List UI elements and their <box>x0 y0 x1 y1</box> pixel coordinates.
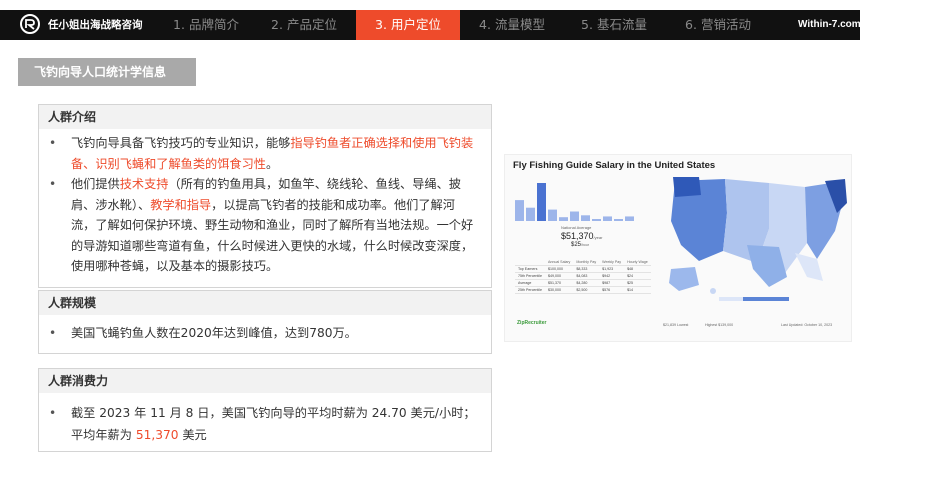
map-legend-high: Highest $139,000 <box>705 323 734 327</box>
card-audience-intro: 人群介绍 飞钓向导具备飞钓技巧的专业知识，能够指导钓鱼者正确选择和使用飞钓装备、… <box>38 104 492 288</box>
table-row: 75th Percentile $49,000 $4,083 $942 $24 <box>515 272 651 280</box>
table-cell: 75th Percentile <box>515 272 545 280</box>
histogram-bar <box>515 200 524 221</box>
table-cell: $49,000 <box>544 272 574 280</box>
annual-unit: /year <box>593 235 603 240</box>
site-url[interactable]: Within-7.com <box>798 10 861 40</box>
table-cell: $2,500 <box>573 286 600 294</box>
list-item: 他们提供技术支持（所有的钓鱼用具，如鱼竿、绕线轮、鱼线、导绳、披肩、涉水靴）、教… <box>49 174 477 277</box>
national-average-label: National Average <box>561 225 592 230</box>
table-cell: $51,370 <box>544 279 574 287</box>
card-audience-scale: 人群规模 美国飞蝇钓鱼人数在2020年达到峰值，达到780万。 <box>38 290 492 354</box>
text: 截至 2023 年 11 月 8 日，美国飞钓向导的平均时薪为 24.70 美元… <box>71 406 476 442</box>
histogram-bar <box>614 219 623 221</box>
list-item: 飞钓向导具备飞钓技巧的专业知识，能够指导钓鱼者正确选择和使用飞钓装备、识别飞蝇和… <box>49 133 477 174</box>
table-cell: $8,333 <box>573 265 600 273</box>
top-nav-bar: 任小姐出海战略咨询 1. 品牌简介 2. 产品定位 3. 用户定位 4. 流量模… <box>0 10 861 40</box>
hourly-value: $25 <box>571 242 582 248</box>
brand-logo-icon <box>20 14 40 34</box>
table-row: 25th Percentile $30,000 $2,500 $576 $14 <box>515 286 651 294</box>
table-cell: $14 <box>624 286 651 294</box>
map-region-hawaii <box>710 288 716 294</box>
last-updated: Last Updated: October 10, 2023 <box>781 323 833 327</box>
tab-product-positioning[interactable]: 2. 产品定位 <box>258 10 350 40</box>
map-region-washington <box>673 177 701 197</box>
tab-traffic-model[interactable]: 4. 流量模型 <box>466 10 558 40</box>
histogram-bar <box>537 183 546 221</box>
hourly-unit: /hour <box>581 243 589 247</box>
table-row: Average $51,370 $4,280 $987 $25 <box>515 279 651 287</box>
section-title: 飞钓向导人口统计学信息 <box>18 58 196 86</box>
table-cell: $576 <box>599 286 625 294</box>
histogram-bar <box>570 211 579 221</box>
table-row: Top Earners $100,000 $8,333 $1,923 $48 <box>515 265 651 273</box>
table-cell: $24 <box>624 272 651 280</box>
bullet-list: 飞钓向导具备飞钓技巧的专业知识，能够指导钓鱼者正确选择和使用飞钓装备、识别飞蝇和… <box>39 129 491 277</box>
tab-brand-intro[interactable]: 1. 品牌简介 <box>160 10 252 40</box>
table-cell: $4,083 <box>573 272 600 280</box>
histogram-bar <box>603 216 612 221</box>
salary-title: Fly Fishing Guide Salary in the United S… <box>513 160 716 171</box>
table-cell: $942 <box>599 272 625 280</box>
ziprecruiter-logo: ZipRecruiter <box>517 320 547 326</box>
text: 他们提供 <box>71 177 120 191</box>
table-cell: $4,280 <box>573 279 600 287</box>
list-item: 美国飞蝇钓鱼人数在2020年达到峰值，达到780万。 <box>49 323 477 344</box>
annual-value: $51,370 <box>561 231 594 241</box>
map-legend-low: $21,839 Lowest <box>663 323 689 327</box>
table-cell: $25 <box>624 279 651 287</box>
table-cell: 25th Percentile <box>515 286 545 294</box>
table-cell: Average <box>515 279 545 287</box>
tab-user-positioning[interactable]: 3. 用户定位 <box>356 10 460 40</box>
text: 美元 <box>178 428 207 442</box>
salary-infographic: Fly Fishing Guide Salary in the United S… <box>504 154 852 342</box>
salary-table: Annual Salary Monthly Pay Weekly Pay Hou… <box>515 259 651 294</box>
map-legend-gradient-light <box>719 297 743 301</box>
salary-histogram <box>515 183 634 221</box>
histogram-bar <box>581 215 590 221</box>
table-cell: $100,000 <box>544 265 574 273</box>
tab-cornerstone-traffic[interactable]: 5. 基石流量 <box>568 10 660 40</box>
highlight-text: 51,370 <box>135 428 179 442</box>
card-title: 人群规模 <box>39 291 491 315</box>
histogram-bar <box>559 217 568 221</box>
text: 飞钓向导具备飞钓技巧的专业知识，能够 <box>71 136 291 150</box>
card-title: 人群介绍 <box>39 105 491 129</box>
histogram-bar <box>625 216 634 221</box>
histogram-bar <box>548 209 557 221</box>
table-cell: $30,000 <box>544 286 574 294</box>
list-item: 截至 2023 年 11 月 8 日，美国飞钓向导的平均时薪为 24.70 美元… <box>49 402 477 446</box>
card-audience-spending: 人群消费力 截至 2023 年 11 月 8 日，美国飞钓向导的平均时薪为 24… <box>38 368 492 452</box>
histogram-bar <box>526 207 535 221</box>
map-region-alaska <box>669 267 699 291</box>
card-title: 人群消费力 <box>39 369 491 393</box>
table-cell: Top Earners <box>515 265 545 273</box>
tab-marketing-activities[interactable]: 6. 营销活动 <box>672 10 764 40</box>
hourly-wage: $25/hour <box>571 242 589 248</box>
text: 。 <box>266 156 279 171</box>
table-cell: $987 <box>599 279 625 287</box>
map-region-southeast <box>795 253 823 281</box>
table-cell: $48 <box>624 265 651 273</box>
histogram-bar <box>592 219 601 221</box>
us-salary-map <box>669 177 847 301</box>
table-cell: $1,923 <box>599 265 625 273</box>
annual-salary: $51,370/year <box>561 231 602 241</box>
highlight-text: 技术支持 <box>119 177 169 191</box>
highlight-text: 教学和指导 <box>150 197 212 212</box>
brand-name: 任小姐出海战略咨询 <box>48 19 143 31</box>
bullet-list: 截至 2023 年 11 月 8 日，美国飞钓向导的平均时薪为 24.70 美元… <box>39 393 491 446</box>
bullet-list: 美国飞蝇钓鱼人数在2020年达到峰值，达到780万。 <box>39 315 491 344</box>
